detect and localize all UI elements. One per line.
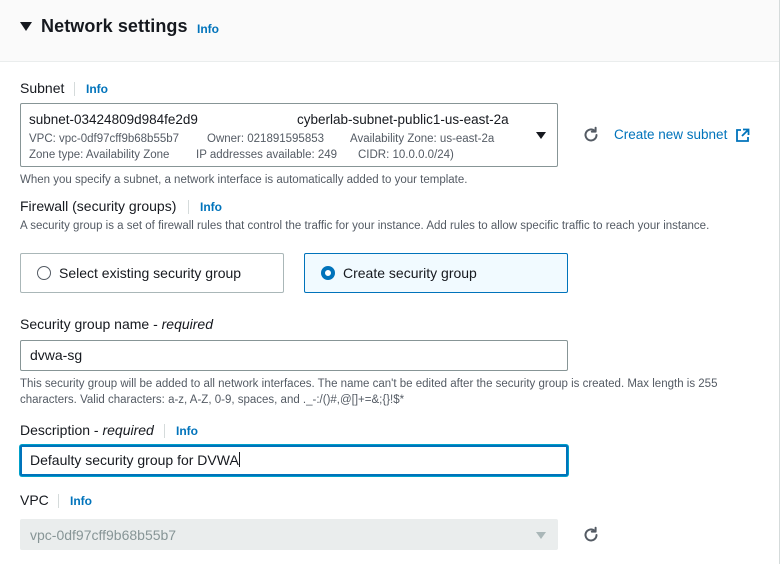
create-sg-option[interactable]: Create security group — [304, 253, 568, 293]
subnet-az: Availability Zone: us-east-2a — [350, 133, 495, 145]
sg-name-input[interactable]: dvwa-sg — [20, 340, 568, 371]
label-text: Security group name - — [20, 316, 162, 332]
refresh-icon[interactable] — [582, 526, 600, 544]
refresh-icon[interactable] — [582, 126, 600, 144]
description-input[interactable]: Defaulty security group for DVWA — [20, 445, 568, 476]
divider — [188, 200, 189, 214]
subnet-cidr: CIDR: 10.0.0.0/24) — [358, 149, 454, 161]
divider — [58, 494, 59, 508]
description-info-link[interactable]: Info — [176, 424, 198, 438]
sg-name-label: Security group name - required — [20, 316, 213, 332]
chevron-down-icon — [536, 132, 546, 139]
collapse-caret-icon[interactable] — [20, 22, 32, 31]
subnet-info-link[interactable]: Info — [86, 82, 108, 96]
input-value: Defaulty security group for DVWA — [30, 452, 239, 468]
required-marker: required — [161, 316, 213, 332]
create-new-subnet-link[interactable]: Create new subnet — [614, 127, 727, 142]
vpc-label: VPC — [20, 492, 49, 508]
description-label: Description - required — [20, 422, 154, 438]
option-label: Create security group — [343, 265, 477, 281]
sg-name-help-text: This security group will be added to all… — [20, 378, 718, 406]
firewall-help-text: A security group is a set of firewall ru… — [20, 220, 710, 232]
select-existing-sg-option[interactable]: Select existing security group — [20, 253, 284, 293]
subnet-ips: IP addresses available: 249 — [196, 149, 338, 161]
subnet-label: Subnet — [20, 80, 65, 96]
firewall-label: Firewall (security groups) — [20, 198, 177, 214]
subnet-vpc: VPC: vpc-0df97cff9b68b55b7 — [29, 133, 180, 145]
vpc-info-link[interactable]: Info — [70, 494, 92, 508]
option-label: Select existing security group — [59, 265, 242, 281]
subnet-zone-type: Zone type: Availability Zone — [29, 149, 170, 161]
subnet-select[interactable]: subnet-03424809d984fe2d9 cyberlab-subnet… — [20, 103, 558, 167]
chevron-down-icon — [536, 532, 546, 539]
section-info-link[interactable]: Info — [197, 22, 219, 36]
subnet-name: cyberlab-subnet-public1-us-east-2a — [297, 112, 509, 127]
subnet-owner: Owner: 021891595853 — [207, 133, 325, 145]
vpc-value: vpc-0df97cff9b68b55b7 — [30, 527, 177, 543]
divider — [74, 82, 75, 96]
section-title: Network settings — [41, 16, 188, 36]
required-marker: required — [102, 422, 154, 438]
text-cursor — [238, 452, 240, 467]
firewall-info-link[interactable]: Info — [200, 200, 222, 214]
subnet-id: subnet-03424809d984fe2d9 — [29, 112, 198, 127]
radio-button-selected[interactable] — [321, 266, 335, 280]
divider — [164, 424, 165, 438]
external-link-icon[interactable] — [735, 128, 750, 143]
vpc-select: vpc-0df97cff9b68b55b7 — [20, 519, 558, 550]
subnet-help-text: When you specify a subnet, a network int… — [20, 174, 468, 186]
radio-button[interactable] — [37, 266, 51, 280]
label-text: Description - — [20, 422, 103, 438]
